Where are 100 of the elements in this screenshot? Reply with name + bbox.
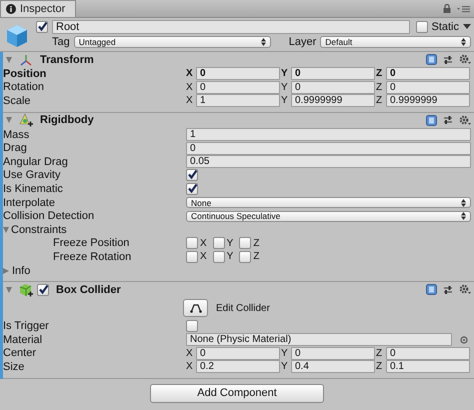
axis-label: Y bbox=[226, 238, 234, 249]
number-field[interactable]: 0 bbox=[386, 67, 470, 80]
axis-label: Z bbox=[253, 238, 260, 249]
collider-edit-icon bbox=[190, 303, 202, 314]
field-label: Mass bbox=[3, 128, 30, 141]
field-label: Angular Drag bbox=[3, 156, 68, 168]
number-field[interactable]: 0.05 bbox=[186, 155, 471, 168]
axis-label: Y bbox=[281, 348, 289, 359]
edit-collider-button[interactable] bbox=[183, 299, 208, 318]
component-title: Rigidbody bbox=[40, 114, 94, 126]
number-field[interactable]: 0 bbox=[291, 80, 375, 94]
component-title: Transform bbox=[40, 54, 94, 66]
field-label: Drag bbox=[3, 142, 27, 154]
axis-label: X bbox=[186, 82, 194, 93]
axis-label: X bbox=[186, 361, 194, 372]
checkbox[interactable] bbox=[186, 182, 198, 195]
sliders-icon[interactable] bbox=[443, 284, 453, 295]
axes-icon bbox=[19, 52, 33, 66]
settings-icon[interactable] bbox=[459, 54, 471, 65]
field-label: Scale bbox=[3, 94, 31, 107]
checkbox[interactable] bbox=[212, 250, 225, 263]
field-label: Size bbox=[3, 360, 24, 373]
cube-icon bbox=[4, 23, 30, 49]
axis-label: Y bbox=[281, 68, 289, 80]
number-field[interactable]: 0.9999999 bbox=[386, 94, 470, 108]
field-label: Center bbox=[3, 347, 36, 360]
sliders-icon[interactable] bbox=[443, 54, 453, 64]
object-field[interactable]: None (Physic Material) bbox=[186, 333, 452, 346]
settings-icon[interactable] bbox=[459, 284, 471, 296]
number-field[interactable]: 0 bbox=[386, 346, 470, 360]
checkbox[interactable] bbox=[186, 320, 198, 332]
number-field[interactable]: 0.2 bbox=[196, 360, 280, 374]
layer-dropdown[interactable]: Default bbox=[320, 36, 471, 48]
checkbox[interactable] bbox=[186, 237, 198, 250]
edit-collider-label: Edit Collider bbox=[216, 302, 270, 314]
tag-dropdown[interactable]: Untagged bbox=[74, 36, 271, 48]
axis-label: Y bbox=[281, 361, 289, 372]
lock-icon[interactable] bbox=[443, 4, 451, 13]
static-label: Static bbox=[431, 20, 459, 32]
axis-label: X bbox=[186, 68, 194, 80]
checkbox[interactable] bbox=[212, 237, 225, 250]
axis-label: Z bbox=[376, 82, 384, 93]
field-label: Rotation bbox=[3, 81, 44, 94]
field-label: Is Kinematic bbox=[3, 182, 63, 195]
checkbox[interactable] bbox=[239, 250, 252, 263]
updown-arrow-icon bbox=[461, 212, 466, 220]
number-field[interactable]: 0.1 bbox=[386, 360, 470, 374]
axis-label: Y bbox=[281, 82, 289, 93]
number-field[interactable]: 0 bbox=[291, 346, 375, 360]
number-field[interactable]: 1 bbox=[196, 94, 280, 108]
number-field[interactable]: 0.4 bbox=[291, 360, 375, 374]
expand-arrow-icon[interactable] bbox=[3, 268, 9, 274]
number-field[interactable]: 0 bbox=[196, 80, 280, 94]
name-field[interactable]: Root bbox=[52, 20, 410, 34]
number-field[interactable]: 0 bbox=[196, 67, 280, 80]
component-icon bbox=[19, 282, 33, 297]
checkbox[interactable] bbox=[186, 169, 198, 182]
field-label: Interpolate bbox=[3, 196, 55, 209]
dropdown-arrow-icon[interactable] bbox=[463, 24, 471, 29]
component-title: Box Collider bbox=[56, 284, 121, 296]
updown-arrow-icon bbox=[260, 38, 266, 46]
settings-icon[interactable] bbox=[459, 114, 471, 126]
static-checkbox[interactable] bbox=[416, 20, 428, 32]
axis-label: Y bbox=[281, 95, 289, 106]
number-field[interactable]: 0 bbox=[196, 346, 280, 360]
field-label: Position bbox=[3, 68, 46, 80]
field-label: Info bbox=[12, 264, 30, 277]
checkbox[interactable] bbox=[186, 250, 198, 263]
sliders-icon[interactable] bbox=[443, 115, 453, 126]
expand-arrow-icon[interactable] bbox=[6, 286, 12, 293]
number-field[interactable]: 0 bbox=[291, 67, 375, 80]
number-field[interactable]: 1 bbox=[186, 128, 471, 142]
axis-label: Y bbox=[226, 251, 234, 262]
menu-icon[interactable] bbox=[457, 4, 470, 12]
expand-arrow-icon[interactable] bbox=[6, 56, 12, 62]
tag-label: Tag bbox=[52, 36, 70, 48]
field-label: Is Trigger bbox=[3, 320, 49, 332]
axis-label: X bbox=[200, 251, 207, 262]
enabled-checkbox[interactable] bbox=[37, 284, 49, 296]
axis-label: Z bbox=[376, 95, 384, 106]
number-field[interactable]: 0.9999999 bbox=[291, 94, 375, 108]
number-field[interactable]: 0 bbox=[186, 142, 471, 155]
updown-arrow-icon bbox=[461, 198, 466, 207]
checkbox[interactable] bbox=[239, 237, 252, 250]
info-icon bbox=[6, 4, 16, 14]
expand-arrow-icon[interactable] bbox=[3, 226, 9, 233]
active-checkbox[interactable] bbox=[36, 20, 48, 32]
add-component-button[interactable]: Add Component bbox=[150, 384, 324, 403]
updown-arrow-icon bbox=[461, 38, 466, 46]
dropdown[interactable]: Continuous Speculative bbox=[186, 210, 471, 222]
expand-arrow-icon[interactable] bbox=[6, 117, 12, 124]
inspector-tab[interactable]: Inspector bbox=[0, 0, 76, 17]
component-icon bbox=[19, 113, 33, 128]
axis-label: Z bbox=[376, 68, 384, 80]
field-label: Material bbox=[3, 334, 42, 346]
field-label: Freeze Rotation bbox=[53, 250, 132, 263]
number-field[interactable]: 0 bbox=[386, 80, 470, 94]
dropdown[interactable]: None bbox=[186, 197, 471, 208]
object-picker-icon[interactable] bbox=[460, 336, 468, 344]
axis-label: X bbox=[186, 348, 194, 359]
